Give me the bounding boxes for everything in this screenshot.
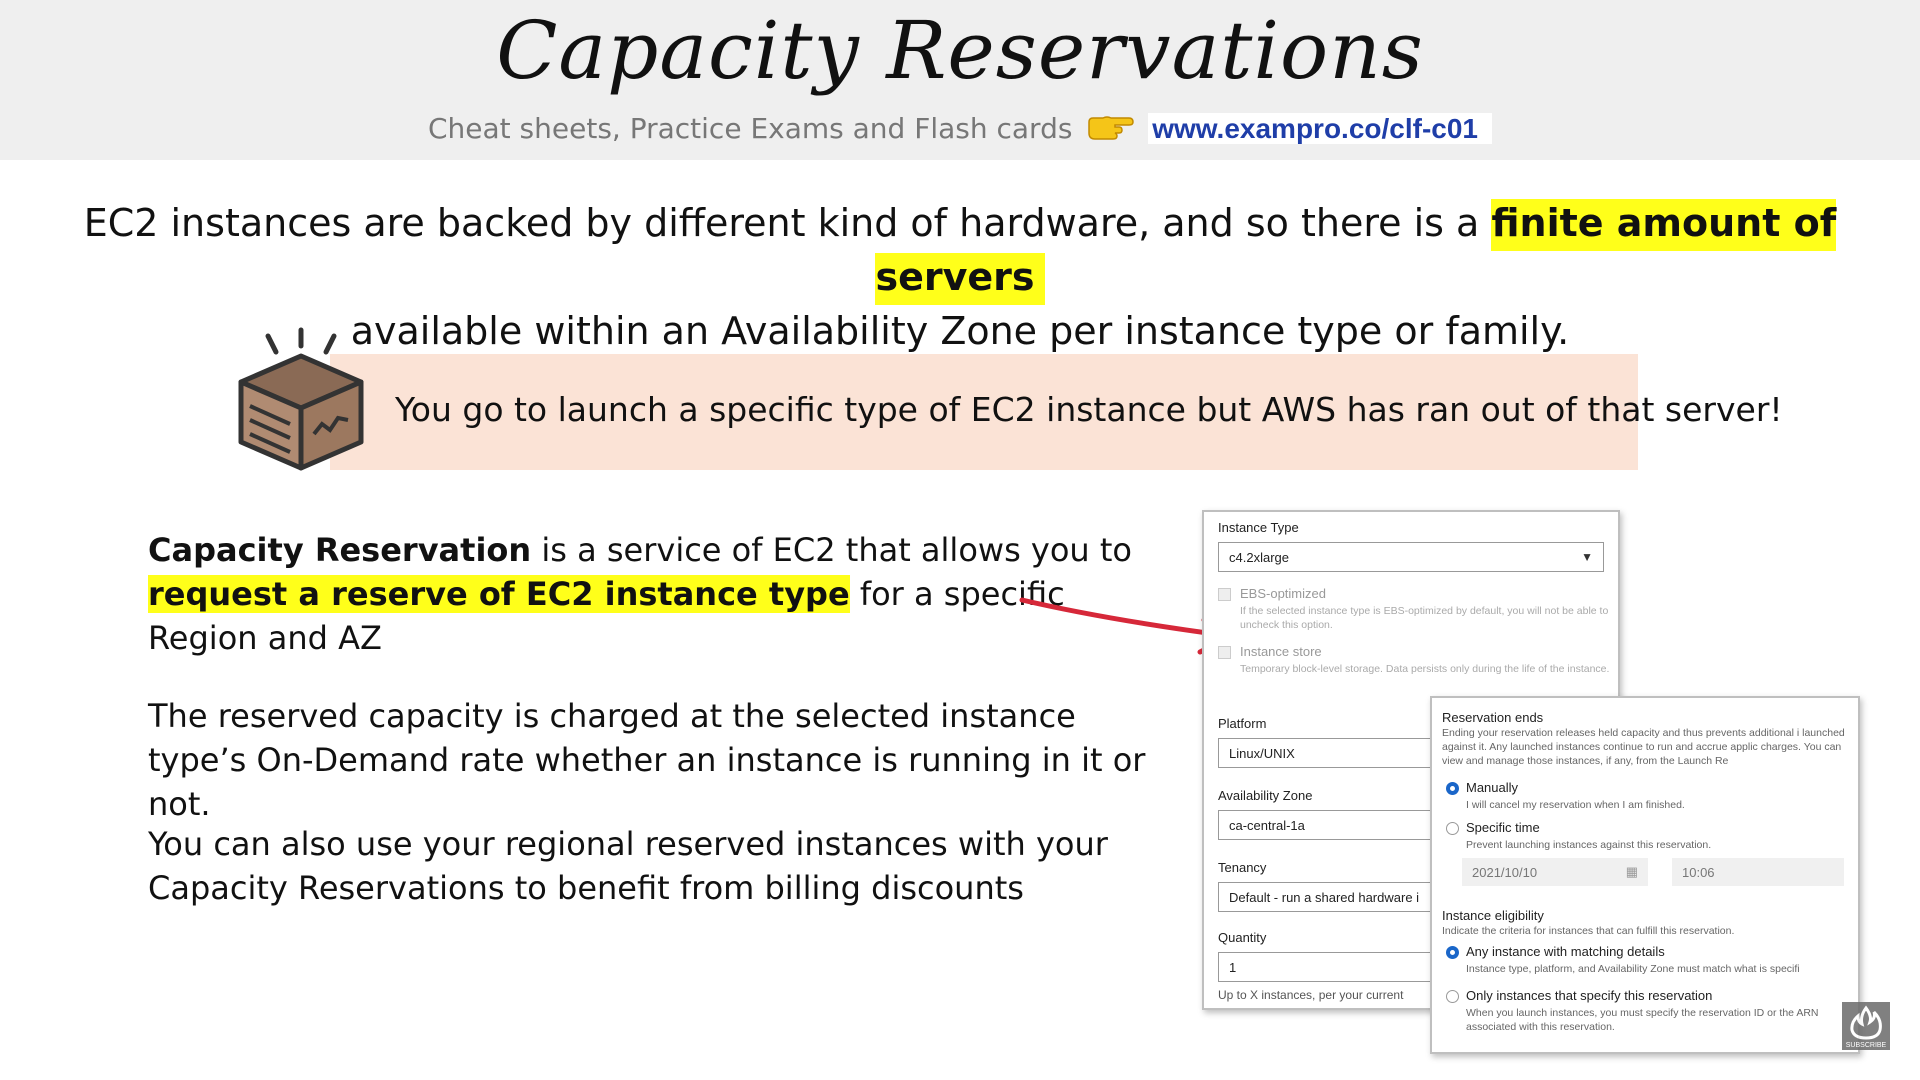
capacity-reservation-definition: Capacity Reservation is a service of EC2… [148, 528, 1158, 660]
quantity-label: Quantity [1218, 930, 1267, 945]
only-specified-label: Only instances that specify this reserva… [1466, 988, 1713, 1003]
instance-type-select[interactable]: c4.2xlarge ▼ [1218, 542, 1604, 572]
time-input[interactable]: 10:06 [1672, 858, 1844, 886]
instance-store-label: Instance store [1240, 644, 1322, 659]
instance-type-label: Instance Type [1218, 520, 1299, 535]
subtitle: Cheat sheets, Practice Exams and Flash c… [428, 112, 1073, 145]
manually-label: Manually [1466, 780, 1519, 795]
intro-part1: EC2 instances are backed by different ki… [83, 201, 1492, 245]
reservation-ends-desc: Ending your reservation releases held ca… [1442, 727, 1845, 767]
subscribe-badge[interactable]: SUBSCRIBE [1842, 1002, 1890, 1050]
specific-time-label: Specific time [1466, 820, 1540, 835]
any-instance-desc: Instance type, platform, and Availabilit… [1466, 963, 1800, 975]
reservation-ends-label: Reservation ends [1442, 710, 1544, 725]
reservation-ends-panel: Reservation ends Ending your reservation… [1430, 696, 1860, 1054]
instance-eligibility-label: Instance eligibility [1442, 908, 1544, 923]
any-instance-radio[interactable] [1446, 946, 1459, 959]
only-specified-desc: When you launch instances, you must spec… [1466, 1007, 1819, 1033]
ebs-optimized-checkbox[interactable] [1218, 588, 1231, 601]
subtitle-row: Cheat sheets, Practice Exams and Flash c… [0, 112, 1920, 145]
header: Capacity Reservations Cheat sheets, Prac… [0, 0, 1920, 160]
instance-store-desc: Temporary block-level storage. Data pers… [1240, 663, 1610, 675]
instance-eligibility-desc: Indicate the criteria for instances that… [1442, 925, 1735, 937]
callout-text: You go to launch a specific type of EC2 … [395, 390, 1783, 429]
instance-store-checkbox[interactable] [1218, 646, 1231, 659]
specific-time-radio[interactable] [1446, 822, 1459, 835]
pointing-hand-icon [1088, 116, 1135, 140]
discount-note: You can also use your regional reserved … [148, 825, 1108, 907]
ebs-optimized-desc: If the selected instance type is EBS-opt… [1240, 605, 1609, 631]
any-instance-label: Any instance with matching details [1466, 944, 1665, 959]
availability-zone-label: Availability Zone [1218, 788, 1313, 803]
specific-time-desc: Prevent launching instances against this… [1466, 839, 1712, 851]
subscribe-text: SUBSCRIBE [1845, 1042, 1887, 1049]
open-box-icon [238, 327, 364, 471]
page-title: Capacity Reservations [496, 4, 1424, 97]
definition-bold: Capacity Reservation [148, 531, 532, 569]
platform-label: Platform [1218, 716, 1267, 731]
dropdown-caret-icon: ▼ [1581, 550, 1593, 564]
only-specified-radio[interactable] [1446, 990, 1459, 1003]
intro-part2: available within an Availability Zone pe… [350, 309, 1570, 353]
exampro-link[interactable]: www.exampro.co/clf-c01 [1148, 113, 1492, 144]
date-input[interactable]: 2021/10/10 ▦ [1462, 858, 1648, 886]
date-value: 2021/10/10 [1472, 865, 1538, 880]
manually-desc: I will cancel my reservation when I am f… [1466, 799, 1685, 811]
instance-type-value: c4.2xlarge [1229, 550, 1289, 565]
manually-radio[interactable] [1446, 782, 1459, 795]
quantity-help: Up to X instances, per your current [1218, 988, 1404, 1002]
tenancy-label: Tenancy [1218, 860, 1267, 875]
definition-mid: is a service of EC2 that allows you to [531, 531, 1132, 569]
ebs-optimized-label: EBS-optimized [1240, 586, 1326, 601]
calendar-icon: ▦ [1625, 864, 1638, 879]
pricing-note: The reserved capacity is charged at the … [148, 697, 1146, 823]
callout-banner: You go to launch a specific type of EC2 … [330, 354, 1783, 470]
definition-highlight: request a reserve of EC2 instance type [148, 575, 850, 613]
